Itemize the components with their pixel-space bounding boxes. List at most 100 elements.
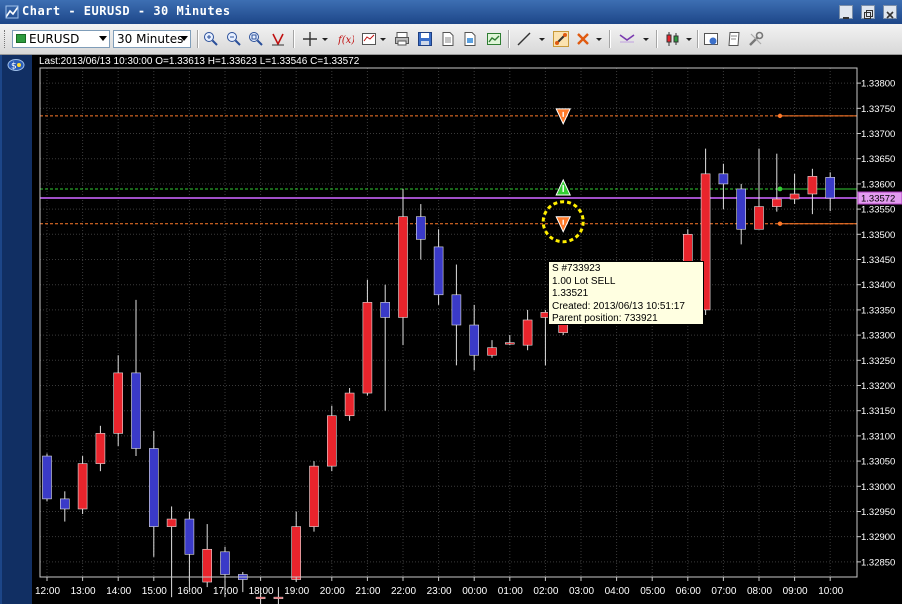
x-tick-label: 18:00 <box>249 586 274 597</box>
y-tick-label: 1.33100 <box>861 431 895 442</box>
candle-bull <box>362 302 373 394</box>
chevron-down-icon[interactable] <box>322 38 328 41</box>
x-tick-label: 19:00 <box>284 586 309 597</box>
candle-bull <box>113 372 123 434</box>
close-button[interactable] <box>883 5 897 19</box>
template-icon[interactable] <box>462 31 478 47</box>
y-tick-label: 1.33250 <box>861 356 895 367</box>
title-bar: Chart - EURUSD - 30 Minutes <box>0 0 902 24</box>
x-tick-label: 09:00 <box>783 586 808 597</box>
timeframe-value: 30 Minutes <box>117 32 184 46</box>
order-tooltip: S #733923 1.00 Lot SELL 1.33521 Created:… <box>548 261 704 325</box>
zoom-in-icon[interactable] <box>203 31 219 47</box>
chevron-down-icon[interactable] <box>596 38 602 41</box>
candle-bear <box>451 294 462 326</box>
candle-bear <box>736 188 747 230</box>
zoom-out-icon[interactable] <box>226 31 242 47</box>
document-icon[interactable] <box>440 31 456 47</box>
print-icon[interactable] <box>394 31 410 47</box>
y-tick-label: 1.32850 <box>861 557 895 568</box>
autoscroll-icon[interactable] <box>270 31 286 47</box>
x-tick-label: 05:00 <box>640 586 665 597</box>
candlestick-icon[interactable] <box>665 31 681 47</box>
candlestick-chart[interactable]: 1.33572 1.33800 1.33750 1.33700 1.33650 1.33… <box>32 55 902 604</box>
zoom-fit-icon[interactable] <box>248 31 264 47</box>
minimize-button[interactable] <box>839 5 853 19</box>
tools-icon[interactable] <box>748 31 764 47</box>
candle-bear <box>131 372 141 449</box>
x-tick-label: 20:00 <box>320 586 345 597</box>
candle-bull <box>291 526 302 580</box>
chart-properties-icon[interactable] <box>361 31 377 47</box>
pending-order-dot <box>777 221 783 226</box>
svg-text:f(x): f(x) <box>338 35 354 46</box>
tooltip-line-created: Created: 2013/06/13 10:51:17 <box>552 300 685 312</box>
chevron-down-icon[interactable] <box>380 38 386 41</box>
x-tick-label: 02:00 <box>533 586 558 597</box>
y-tick-label: 1.33400 <box>861 280 895 291</box>
symbol-select[interactable]: EURUSD <box>12 30 110 48</box>
x-tick-label: 10:00 <box>818 586 843 597</box>
chevron-down-icon <box>180 36 188 41</box>
notes-icon[interactable] <box>726 31 742 47</box>
delete-objects-icon[interactable] <box>575 31 591 47</box>
crosshair-icon[interactable] <box>302 31 318 47</box>
y-tick-label: 1.33450 <box>861 255 895 266</box>
x-tick-label: 08:00 <box>747 586 772 597</box>
pending-order-dot <box>777 113 783 119</box>
chevron-down-icon <box>99 36 107 41</box>
timeframe-select[interactable]: 30 Minutes <box>113 30 191 48</box>
current-price-label: 1.33572 <box>861 194 895 205</box>
x-tick-label: 14:00 <box>106 586 131 597</box>
window-title: Chart - EURUSD - 30 Minutes <box>22 4 231 18</box>
x-tick-label: 04:00 <box>605 586 630 597</box>
y-tick-label: 1.33750 <box>861 104 895 115</box>
y-tick-label: 1.33650 <box>861 154 895 165</box>
y-tick-label: 1.33000 <box>861 482 895 493</box>
period-separator-icon[interactable] <box>619 31 635 47</box>
candle-bull <box>487 347 497 356</box>
x-tick-label: 17:00 <box>213 586 238 597</box>
chevron-down-icon[interactable] <box>643 38 649 41</box>
candle-bear <box>220 551 230 575</box>
tooltip-line-parent: Parent position: 733921 <box>552 313 658 324</box>
toolbar-grip[interactable] <box>4 30 8 48</box>
candle-bull <box>522 319 533 346</box>
trading-signal-icon[interactable]: $ <box>7 58 25 72</box>
save-icon[interactable] <box>417 31 433 47</box>
screenshot-icon[interactable] <box>486 31 502 47</box>
refresh-chart-icon[interactable] <box>703 31 719 47</box>
x-tick-label: 15:00 <box>142 586 167 597</box>
x-tick-label: 00:00 <box>462 586 487 597</box>
indicator-fx-icon[interactable]: f(x) <box>338 31 354 47</box>
candle-bear <box>380 302 391 318</box>
x-tick-label: 12:00 <box>35 586 60 597</box>
trend-line-icon[interactable] <box>516 31 532 47</box>
y-tick-label: 1.33550 <box>861 205 895 216</box>
x-tick-label: 13:00 <box>71 586 96 597</box>
chevron-down-icon[interactable] <box>686 38 692 41</box>
minimize-icon <box>843 17 849 19</box>
tooltip-line-ticket: S #733923 <box>552 263 601 274</box>
left-panel-inner <box>2 55 32 604</box>
restore-icon <box>864 10 873 19</box>
y-tick-label: 1.32950 <box>861 507 895 518</box>
y-tick-label: 1.33700 <box>861 129 895 140</box>
ohlc-readout: Last:2013/06/13 10:30:00 O=1.33613 H=1.3… <box>39 56 360 67</box>
chart-window-icon <box>5 5 19 19</box>
candle-bear <box>59 498 70 510</box>
candle-bull <box>255 596 266 599</box>
toolbar-separator <box>293 30 295 48</box>
magnet-icon[interactable] <box>553 31 569 47</box>
symbol-flag-icon <box>16 34 26 43</box>
maximize-button[interactable] <box>861 5 875 19</box>
y-tick-label: 1.33800 <box>861 79 895 90</box>
close-icon <box>886 11 894 19</box>
y-tick-label: 1.33350 <box>861 305 895 316</box>
toolbar-separator <box>656 30 658 48</box>
chart-background <box>32 55 902 604</box>
candle-bear <box>184 518 195 555</box>
x-tick-label: 21:00 <box>355 586 380 597</box>
chart-toolbar: EURUSD 30 Minutes f(x) <box>0 24 902 55</box>
chevron-down-icon[interactable] <box>539 38 545 41</box>
